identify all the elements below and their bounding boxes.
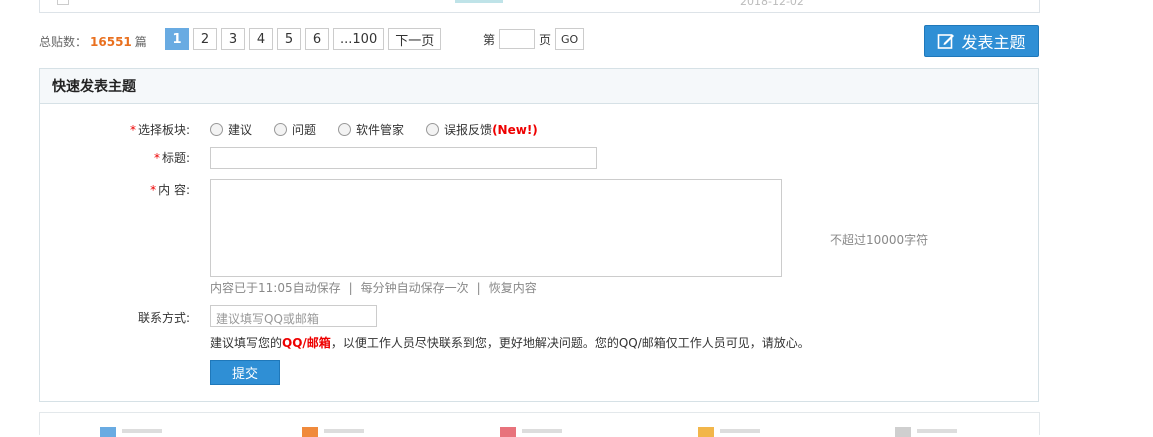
go-button[interactable]: GO — [555, 28, 585, 50]
total-count: 16551 — [90, 35, 132, 49]
shortcut-icon[interactable] — [302, 427, 318, 437]
shortcut-label — [720, 429, 760, 433]
board-option-question[interactable]: 问题 — [274, 121, 316, 138]
subject-input[interactable] — [210, 147, 597, 169]
page-3[interactable]: 3 — [221, 28, 245, 50]
note-text: 建议填写您的 — [210, 336, 283, 350]
board-option-false-positive[interactable]: 误报反馈(New!) — [426, 121, 538, 138]
shortcut-label — [522, 429, 562, 433]
content-textarea[interactable] — [210, 179, 782, 277]
board-option-software[interactable]: 软件管家 — [338, 121, 404, 138]
content-label-text: 内 容: — [158, 183, 190, 197]
page-number-input[interactable] — [499, 29, 536, 49]
separator: | — [476, 281, 481, 295]
content-limit-hint: 不超过10000字符 — [830, 233, 929, 247]
contact-note: 建议填写您的QQ/邮箱，以便工作人员尽快联系到您，更好地解决问题。您的QQ/邮箱… — [210, 334, 810, 351]
page-1[interactable]: 1 — [165, 28, 189, 50]
next-page-button[interactable]: 下一页 — [388, 28, 442, 50]
panel-title: 快速发表主题 — [40, 69, 1038, 104]
contact-input[interactable]: 建议填写QQ或邮箱 — [210, 305, 377, 327]
required-mark: * — [150, 183, 157, 197]
note-text-rest: ，以便工作人员尽快联系到您，更好地解决问题。您的QQ/邮箱仅工作人员可见，请放心… — [330, 336, 810, 350]
page-4[interactable]: 4 — [249, 28, 273, 50]
required-mark: * — [153, 151, 160, 165]
row-date: 2018-12-02 — [740, 0, 804, 8]
shortcut-icon[interactable] — [500, 427, 516, 437]
new-topic-button[interactable]: 发表主题 — [924, 25, 1039, 57]
shortcut-icon[interactable] — [100, 427, 116, 437]
page-jump: 第 页 GO — [483, 28, 585, 50]
contact-placeholder: 建议填写QQ或邮箱 — [216, 312, 319, 326]
pagination: 1 2 3 4 5 6 ...100 下一页 — [165, 28, 442, 50]
board-option-label: 软件管家 — [356, 123, 405, 137]
row-highlight — [455, 0, 503, 3]
board-label-text: 选择板块: — [137, 123, 190, 137]
new-badge: (New!) — [492, 123, 538, 137]
list-bottom-edge: 2018-12-02 — [39, 0, 1040, 13]
contact-label: 联系方式: — [137, 311, 190, 325]
submit-button[interactable]: 提交 — [210, 360, 280, 385]
row-checkbox[interactable] — [57, 0, 69, 5]
total-label: 总贴数： — [39, 35, 88, 49]
autosave-interval: 每分钟自动保存一次 — [360, 281, 469, 295]
total-unit: 篇 — [134, 35, 147, 49]
page-2[interactable]: 2 — [193, 28, 217, 50]
subject-label: * 标题: — [40, 149, 190, 166]
note-highlight: QQ/邮箱 — [282, 336, 331, 350]
radio-icon[interactable] — [274, 123, 288, 136]
restore-content-link[interactable]: 恢复内容 — [489, 281, 537, 295]
content-label: * 内 容: — [40, 181, 190, 198]
radio-icon[interactable] — [426, 123, 440, 136]
board-option-suggestion[interactable]: 建议 — [210, 121, 252, 138]
subject-label-text: 标题: — [161, 151, 190, 165]
board-radio-group: 建议 问题 软件管家 误报反馈(New!) — [210, 121, 538, 138]
pager-row: 总贴数： 16551 篇 1 2 3 4 5 6 ...100 下一页 第 页 GO… — [39, 25, 1039, 57]
board-option-label: 问题 — [292, 123, 317, 137]
board-option-label: 误报反馈 — [444, 123, 493, 137]
radio-icon[interactable] — [210, 123, 223, 136]
shortcut-icon[interactable] — [698, 427, 714, 437]
separator: | — [348, 281, 353, 295]
jump-suffix: 页 — [539, 32, 552, 47]
shortcut-label — [122, 429, 162, 433]
radio-icon[interactable] — [338, 123, 352, 136]
total-posts: 总贴数： 16551 篇 — [39, 33, 147, 50]
shortcut-icon[interactable] — [895, 427, 911, 437]
autosave-status: 内容已于11:05自动保存 | 每分钟自动保存一次 | 恢复内容 — [210, 279, 537, 296]
page-6[interactable]: 6 — [305, 28, 329, 50]
shortcut-label — [917, 429, 957, 433]
page-last[interactable]: ...100 — [333, 28, 385, 50]
autosave-time: 内容已于11:05自动保存 — [210, 281, 341, 295]
page-5[interactable]: 5 — [277, 28, 301, 50]
quick-post-panel: 快速发表主题 * 选择板块: 建议 问题 软件管家 误报反馈(New!) * 标题:… — [39, 68, 1039, 402]
new-topic-label: 发表主题 — [961, 33, 1026, 52]
edit-icon — [938, 34, 955, 49]
shortcut-label — [324, 429, 364, 433]
board-label: * 选择板块: — [40, 121, 190, 138]
required-mark: * — [129, 123, 136, 137]
board-option-label: 建议 — [228, 123, 253, 137]
jump-prefix: 第 — [483, 32, 496, 47]
